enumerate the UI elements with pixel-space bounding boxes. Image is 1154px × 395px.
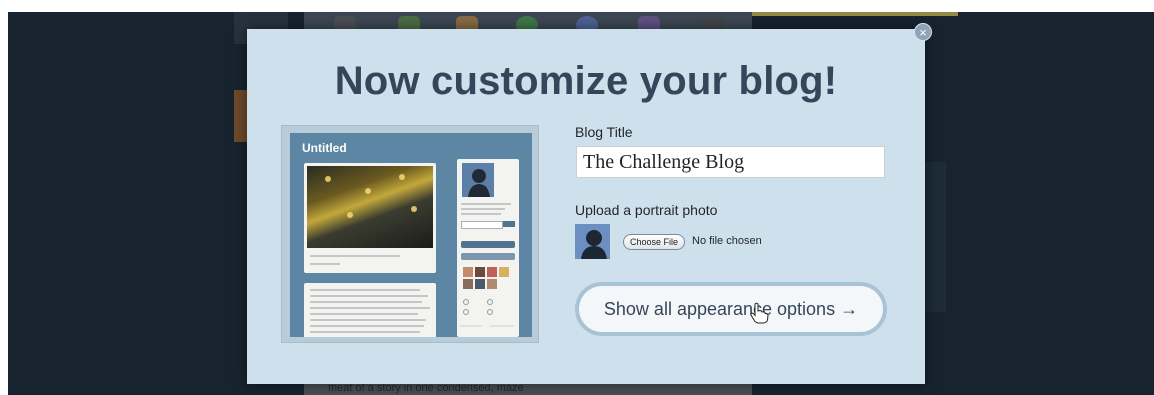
modal-title: Now customize your blog!	[334, 59, 838, 103]
preview-photo-post	[304, 163, 436, 273]
background-bar	[752, 12, 958, 16]
background-thumbnail	[234, 90, 248, 142]
hand-pointer-cursor-icon	[749, 302, 769, 324]
preview-avatar	[462, 163, 494, 197]
blog-title-input[interactable]	[576, 146, 885, 178]
blog-preview-canvas: Untitled	[290, 133, 532, 337]
customize-blog-modal: Now customize your blog! Untitled Blog T…	[247, 29, 925, 384]
no-file-chosen-text: No file chosen	[692, 235, 762, 247]
blog-preview: Untitled	[281, 125, 539, 343]
portrait-silhouette-icon	[575, 224, 610, 259]
blog-title-label: Blog Title	[575, 124, 633, 140]
preview-blog-title: Untitled	[302, 141, 347, 155]
show-all-appearance-options-button[interactable]: Show all appearance options →	[579, 286, 883, 332]
preview-text-post	[304, 283, 436, 337]
background-panel	[924, 162, 946, 312]
choose-file-button[interactable]: Choose File	[623, 234, 686, 250]
portrait-upload-label: Upload a portrait photo	[575, 202, 718, 218]
preview-photo	[307, 166, 433, 248]
close-icon[interactable]: ×	[914, 23, 932, 41]
preview-sidebar	[457, 159, 519, 337]
